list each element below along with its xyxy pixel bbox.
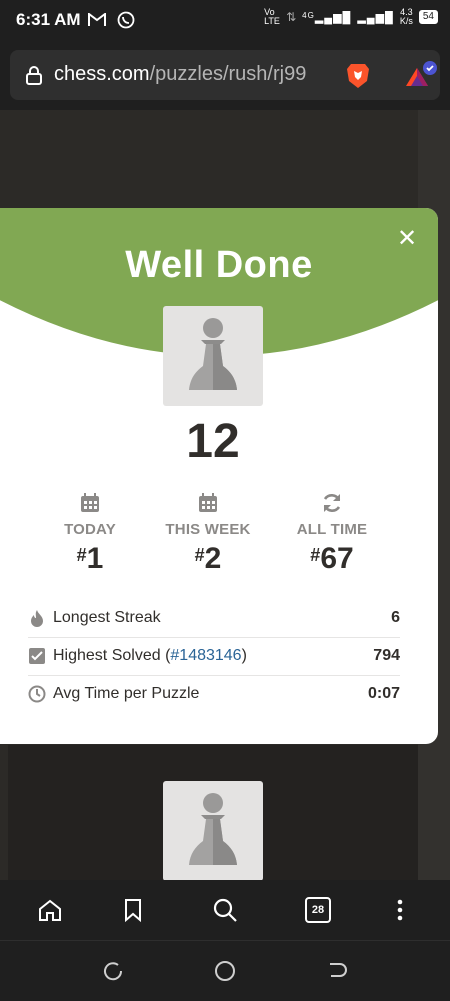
- browser-bottom-toolbar: 28: [0, 880, 450, 940]
- rank-number: 2: [204, 542, 222, 575]
- stat-rank: #2: [146, 542, 270, 576]
- more-menu-icon[interactable]: [387, 897, 413, 923]
- rank-number: 1: [86, 542, 104, 575]
- bookmark-icon[interactable]: [120, 897, 146, 923]
- back-icon[interactable]: [326, 960, 348, 982]
- pawn-avatar: [163, 306, 263, 406]
- url-domain: chess.com: [54, 63, 150, 85]
- details-list: Longest Streak 6 Highest Solved (#148314…: [28, 600, 400, 713]
- url-text[interactable]: chess.com/puzzles/rush/rj99: [54, 63, 306, 86]
- stat-label: THIS WEEK: [165, 521, 251, 538]
- detail-label: Avg Time per Puzzle: [53, 685, 200, 702]
- status-time: 6:31 AM: [16, 10, 81, 29]
- net-speed: 4.3 K/s: [400, 8, 413, 26]
- detail-value: 0:07: [367, 685, 400, 702]
- tabs-button[interactable]: 28: [305, 897, 331, 923]
- detail-label: Highest Solved (#1483146): [53, 647, 247, 665]
- search-icon[interactable]: [212, 897, 238, 923]
- stat-label: ALL TIME: [296, 521, 368, 538]
- clock-icon: [28, 685, 46, 703]
- stat-rank: #67: [270, 542, 394, 576]
- score: 12: [186, 415, 240, 468]
- system-nav-bar: [0, 940, 450, 1001]
- modal-title: Well Done: [125, 244, 313, 286]
- detail-label: Longest Streak: [53, 609, 161, 626]
- home-nav-icon[interactable]: [214, 960, 236, 982]
- detail-highest-solved: Highest Solved (#1483146) 794: [28, 638, 400, 676]
- data-arrows-icon: ⇅: [286, 10, 297, 24]
- signal-icon: 4G▂▄▆█: [302, 10, 352, 24]
- stat-today: TODAY #1: [28, 492, 152, 576]
- notification-icons: [88, 9, 135, 29]
- flame-icon: [31, 610, 43, 627]
- stat-rank: #1: [28, 542, 152, 576]
- highest-solved-close: ): [241, 647, 247, 664]
- detail-avg-time: Avg Time per Puzzle 0:07: [28, 676, 400, 713]
- rank-hash: #: [310, 545, 321, 565]
- gmail-icon: [88, 11, 106, 26]
- results-modal: Well Done ✕ 12 TODAY #1 THIS WEEK #2 ALL…: [0, 208, 438, 744]
- detail-value: 794: [373, 647, 400, 664]
- home-icon[interactable]: [37, 897, 63, 923]
- brave-rewards-icon[interactable]: [402, 60, 440, 90]
- rank-number: 67: [320, 542, 354, 575]
- status-right: Vo LTE ⇅ 4G▂▄▆█ ▂▄▆█ 4.3 K/s 54: [264, 8, 438, 26]
- detail-longest-streak: Longest Streak 6: [28, 600, 400, 638]
- browser-top: chess.com/puzzles/rush/rj99: [0, 40, 450, 110]
- recents-icon[interactable]: [102, 960, 124, 982]
- rank-hash: #: [76, 545, 87, 565]
- pawn-icon: [189, 318, 237, 390]
- calendar-icon: [81, 493, 99, 512]
- detail-value: 6: [391, 609, 400, 626]
- lock-icon[interactable]: [24, 65, 44, 85]
- stats-row: TODAY #1 THIS WEEK #2 ALL TIME #67: [28, 492, 410, 582]
- battery-icon: 54: [418, 10, 438, 24]
- calendar-icon: [199, 493, 217, 512]
- stat-label: TODAY: [64, 521, 116, 538]
- refresh-icon: [323, 494, 341, 512]
- stat-this-week: THIS WEEK #2: [146, 492, 270, 576]
- checkbox-icon: [29, 648, 45, 664]
- signal-icon-2: ▂▄▆█: [357, 11, 394, 24]
- volte-indicator: Vo LTE: [264, 7, 280, 26]
- status-bar: 6:31 AM Vo LTE ⇅ 4G▂▄▆█ ▂▄▆█ 4.3 K/s 54: [0, 0, 450, 40]
- highest-solved-text: Highest Solved (: [53, 647, 171, 664]
- url-path: /puzzles/rush/rj99: [149, 63, 307, 85]
- pawn-icon: [189, 793, 237, 865]
- stat-all-time: ALL TIME #67: [270, 492, 394, 576]
- whatsapp-icon: [117, 11, 135, 28]
- highest-solved-link[interactable]: #1483146: [170, 647, 241, 664]
- brave-shield-icon[interactable]: [343, 60, 373, 90]
- close-icon[interactable]: ✕: [396, 227, 418, 251]
- net-speed-unit: K/s: [399, 16, 413, 26]
- network-type: 4G: [302, 10, 315, 20]
- url-bar[interactable]: chess.com/puzzles/rush/rj99: [10, 50, 440, 100]
- pawn-avatar-background: [163, 781, 263, 881]
- rank-hash: #: [194, 545, 205, 565]
